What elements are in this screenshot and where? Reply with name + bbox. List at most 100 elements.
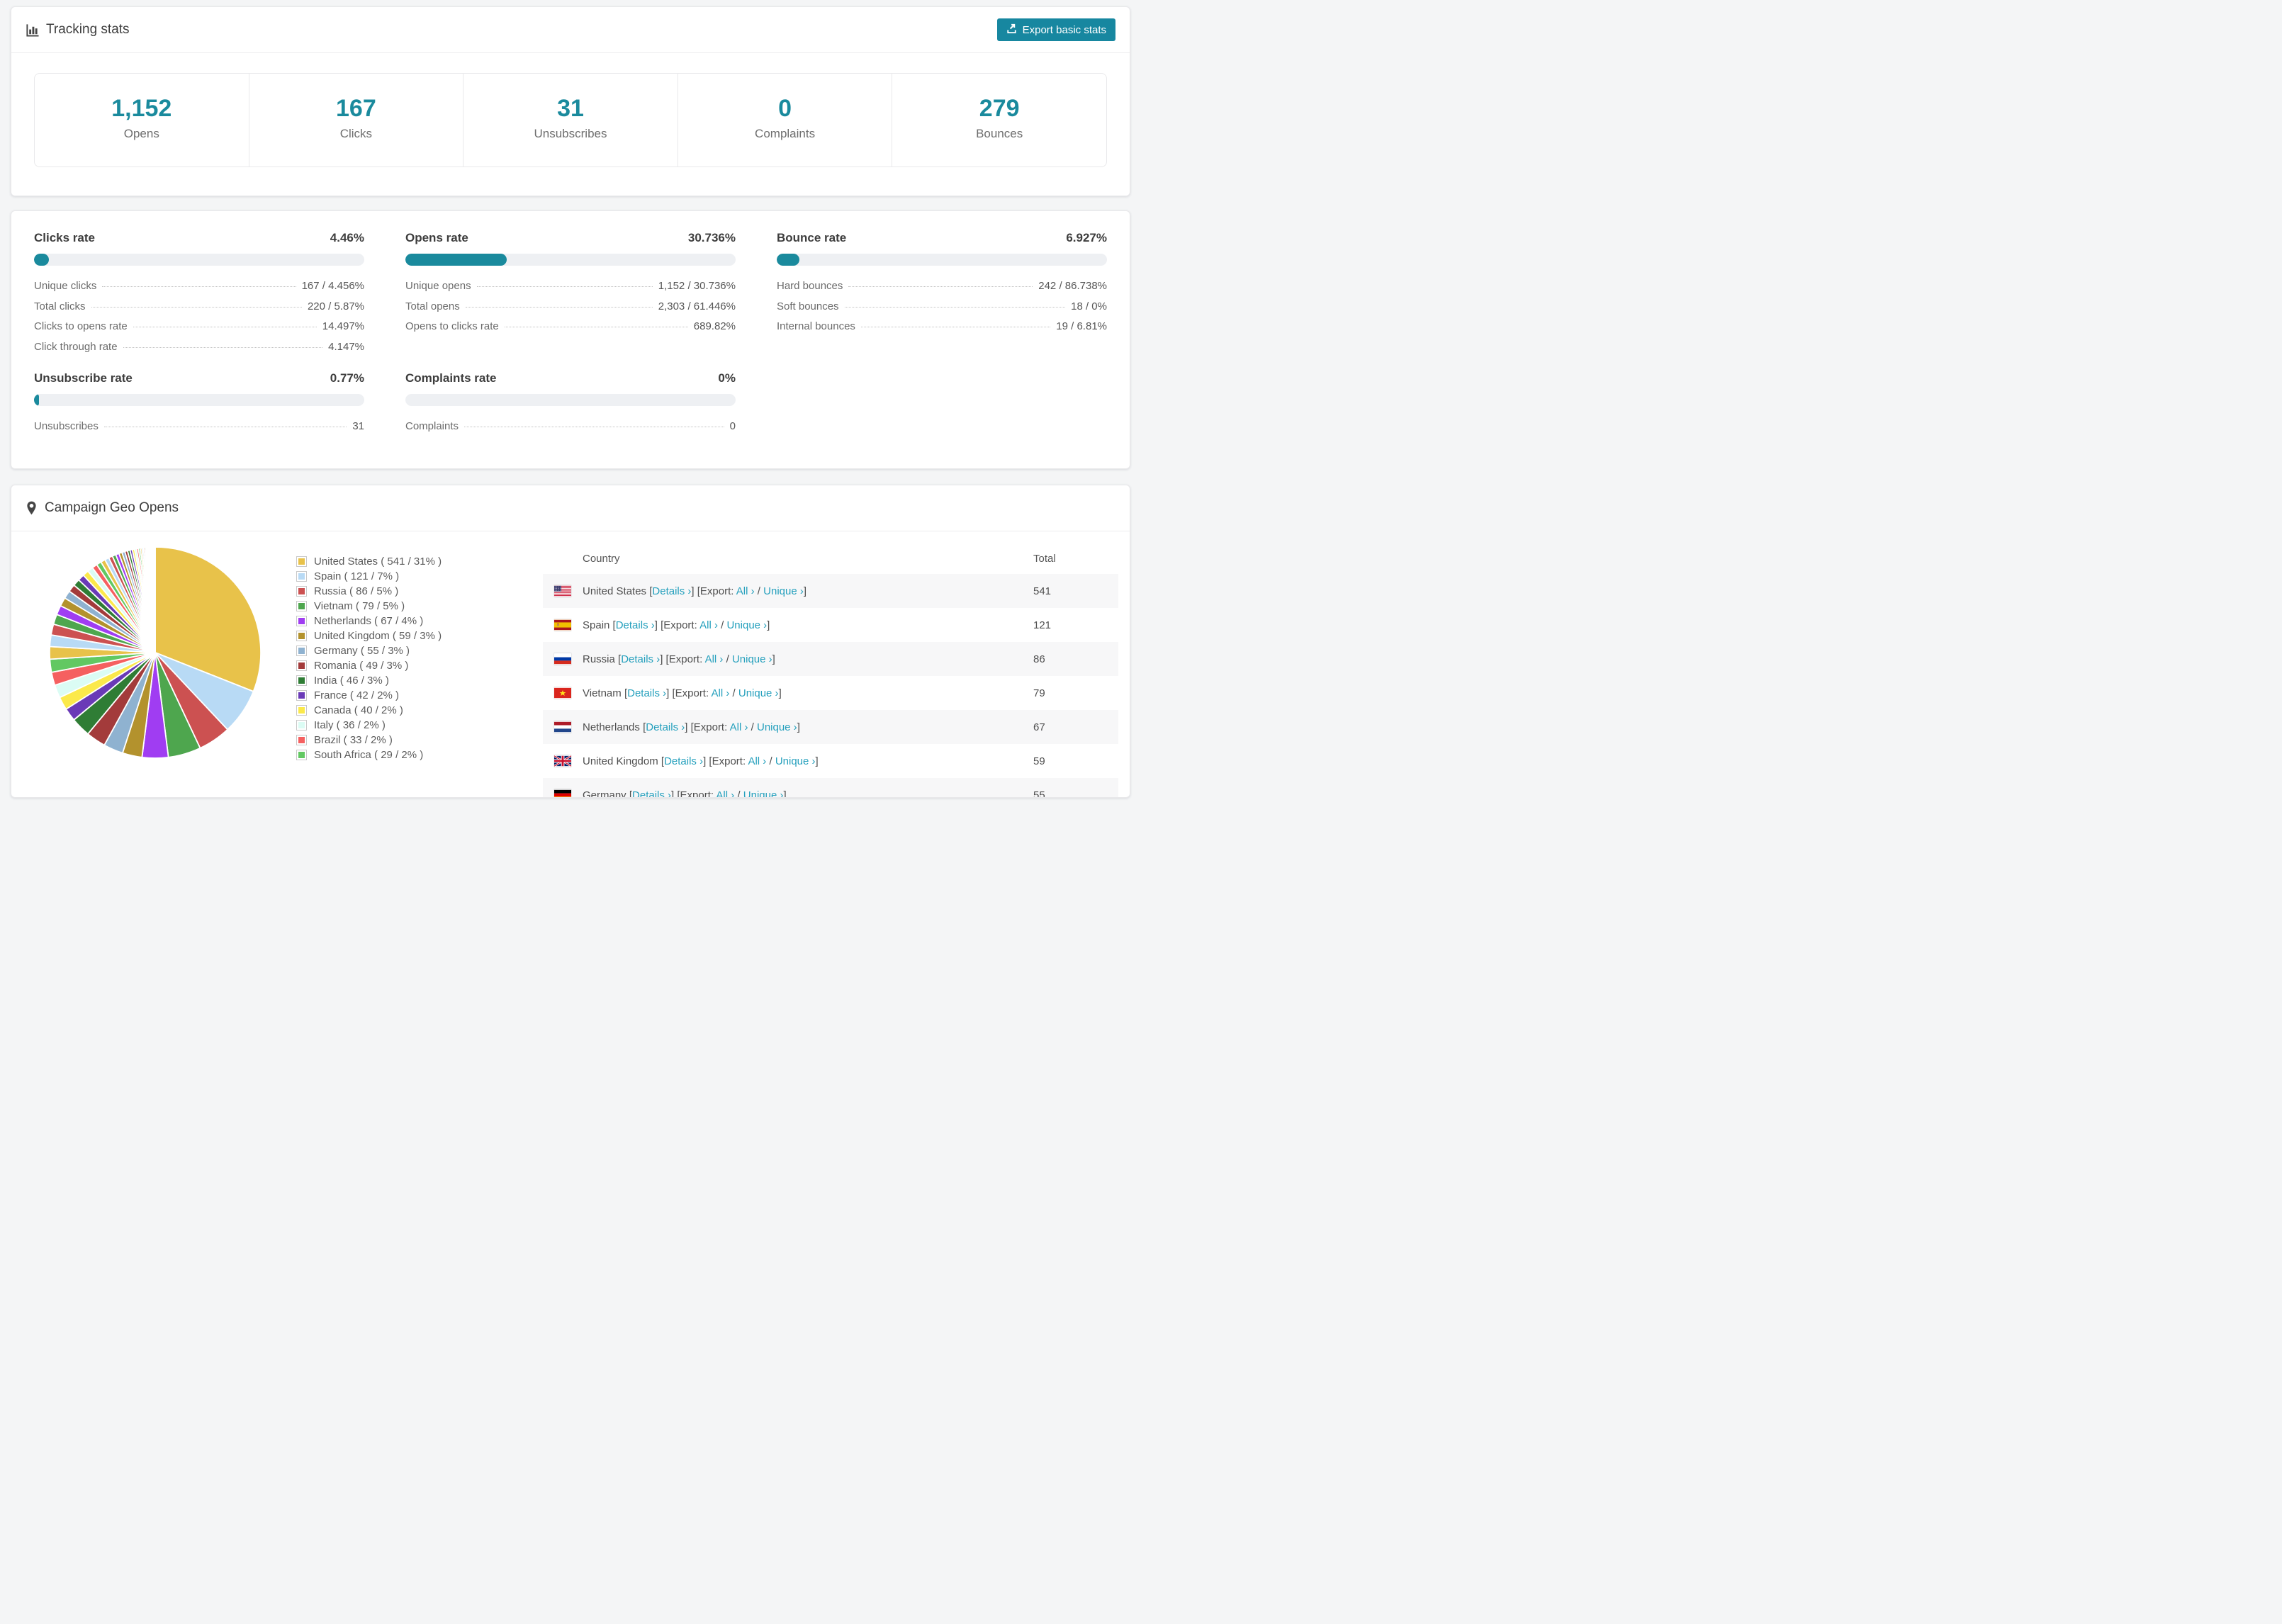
details-link[interactable]: Details › xyxy=(646,721,685,733)
dotted-leader xyxy=(102,286,296,287)
stat-value: 31 xyxy=(557,95,584,122)
details-link[interactable]: Details › xyxy=(664,755,703,767)
progress-track xyxy=(405,394,736,406)
geo-table-row: Vietnam [Details ›] [Export: All › / Uni… xyxy=(543,676,1118,710)
stat-opens: 1,152 Opens xyxy=(35,74,249,167)
legend-label: South Africa ( 29 / 2% ) xyxy=(314,749,424,761)
export-unique-link[interactable]: Unique › xyxy=(775,755,816,767)
detail-label: Unsubscribes xyxy=(34,420,99,432)
legend-label: Romania ( 49 / 3% ) xyxy=(314,660,409,672)
detail-value: 31 xyxy=(352,420,364,432)
legend-label: France ( 42 / 2% ) xyxy=(314,689,400,701)
dotted-leader xyxy=(91,306,302,308)
geo-content: United States ( 541 / 31% ) Spain ( 121 /… xyxy=(11,531,1130,798)
detail-label: Complaints xyxy=(405,420,459,432)
progress-fill xyxy=(34,254,49,266)
dotted-leader xyxy=(123,346,323,348)
export-all-link[interactable]: All › xyxy=(730,721,748,733)
legend-swatch-icon xyxy=(296,660,307,671)
export-all-link[interactable]: All › xyxy=(705,653,724,665)
campaign-geo-opens-card: Campaign Geo Opens United States ( 541 /… xyxy=(11,485,1130,798)
legend-item: Canada ( 40 / 2% ) xyxy=(296,703,543,718)
details-link[interactable]: Details › xyxy=(616,619,655,631)
legend-item: United Kingdom ( 59 / 3% ) xyxy=(296,628,543,643)
stat-unsubscribes: 31 Unsubscribes xyxy=(463,74,678,167)
geo-title-wrap: Campaign Geo Opens xyxy=(26,500,179,516)
details-link[interactable]: Details › xyxy=(652,585,691,597)
legend-item: Italy ( 36 / 2% ) xyxy=(296,718,543,733)
detail-value: 4.147% xyxy=(328,340,364,353)
export-unique-link[interactable]: Unique › xyxy=(757,721,797,733)
total-cell: 86 xyxy=(1033,653,1045,665)
detail-value: 242 / 86.738% xyxy=(1038,280,1107,292)
export-all-link[interactable]: All › xyxy=(716,789,734,798)
pie-svg xyxy=(49,546,262,759)
geo-table-body: United States [Details ›] [Export: All ›… xyxy=(543,574,1118,798)
legend-label: Russia ( 86 / 5% ) xyxy=(314,585,399,597)
detail-row: Unsubscribes 31 xyxy=(34,420,364,441)
geo-table-row: Russia [Details ›] [Export: All › / Uniq… xyxy=(543,642,1118,676)
legend-label: Spain ( 121 / 7% ) xyxy=(314,570,400,582)
detail-row: Complaints 0 xyxy=(405,420,736,441)
legend-label: United States ( 541 / 31% ) xyxy=(314,556,442,568)
legend-label: United Kingdom ( 59 / 3% ) xyxy=(314,630,442,642)
flag-nl-icon xyxy=(554,721,571,733)
rate-title: Opens rate xyxy=(405,231,468,244)
detail-label: Unique clicks xyxy=(34,280,97,292)
flag-ru-icon xyxy=(554,653,571,665)
stat-clicks: 167 Clicks xyxy=(248,74,463,167)
export-unique-link[interactable]: Unique › xyxy=(726,619,767,631)
detail-label: Total clicks xyxy=(34,300,86,312)
export-basic-stats-button[interactable]: Export basic stats xyxy=(996,18,1115,41)
legend-swatch-icon xyxy=(296,616,307,626)
detail-value: 19 / 6.81% xyxy=(1056,320,1107,332)
legend-swatch-icon xyxy=(296,735,307,745)
export-unique-link[interactable]: Unique › xyxy=(738,687,779,699)
legend-swatch-icon xyxy=(296,690,307,701)
detail-row: Internal bounces 19 / 6.81% xyxy=(777,320,1107,341)
export-unique-link[interactable]: Unique › xyxy=(763,585,804,597)
rates-grid: Clicks rate 4.46% Unique clicks 167 / 4.456… xyxy=(34,230,1107,441)
detail-row: Total opens 2,303 / 61.446% xyxy=(405,300,736,321)
detail-value: 0 xyxy=(729,420,736,432)
legend-swatch-icon xyxy=(296,586,307,597)
export-all-link[interactable]: All › xyxy=(736,585,755,597)
detail-row: Clicks to opens rate 14.497% xyxy=(34,320,364,341)
details-link[interactable]: Details › xyxy=(632,789,671,798)
export-icon xyxy=(1006,23,1017,37)
geo-table-row: United States [Details ›] [Export: All ›… xyxy=(543,574,1118,608)
detail-label: Internal bounces xyxy=(777,320,855,332)
geo-header: Campaign Geo Opens xyxy=(11,485,1130,531)
legend-label: Netherlands ( 67 / 4% ) xyxy=(314,615,424,627)
progress-track xyxy=(34,254,364,266)
rate-section-bounce: Bounce rate 6.927% Hard bounces 242 / 86.73… xyxy=(777,230,1107,361)
export-all-link[interactable]: All › xyxy=(712,687,730,699)
page-title: Tracking stats xyxy=(46,22,130,37)
stat-label: Bounces xyxy=(976,127,1023,140)
legend-swatch-icon xyxy=(296,601,307,611)
details-link[interactable]: Details › xyxy=(621,653,660,665)
details-link[interactable]: Details › xyxy=(627,687,666,699)
geo-table-header: Country Total xyxy=(543,543,1118,574)
detail-label: Unique opens xyxy=(405,280,471,292)
detail-row: Hard bounces 242 / 86.738% xyxy=(777,280,1107,300)
progress-fill xyxy=(34,394,39,406)
export-all-link[interactable]: All › xyxy=(699,619,718,631)
legend-item: Spain ( 121 / 7% ) xyxy=(296,569,543,584)
rate-percent: 0.77% xyxy=(330,371,364,385)
progress-fill xyxy=(405,254,507,266)
legend-swatch-icon xyxy=(296,675,307,686)
export-unique-link[interactable]: Unique › xyxy=(732,653,772,665)
country-cell: United Kingdom [Details ›] [Export: All … xyxy=(583,755,819,767)
geo-pie-chart xyxy=(45,543,265,762)
detail-row: Click through rate 4.147% xyxy=(34,341,364,361)
stat-label: Unsubscribes xyxy=(534,127,607,140)
export-all-link[interactable]: All › xyxy=(748,755,766,767)
rate-title: Unsubscribe rate xyxy=(34,371,133,385)
geo-table-row: Netherlands [Details ›] [Export: All › /… xyxy=(543,710,1118,744)
geo-table-row: Spain [Details ›] [Export: All › / Uniqu… xyxy=(543,608,1118,642)
rate-detail-rows: Unique opens 1,152 / 30.736% Total opens 2,… xyxy=(405,280,736,341)
total-cell: 59 xyxy=(1033,755,1045,767)
flag-de-icon xyxy=(554,789,571,797)
export-unique-link[interactable]: Unique › xyxy=(743,789,784,798)
